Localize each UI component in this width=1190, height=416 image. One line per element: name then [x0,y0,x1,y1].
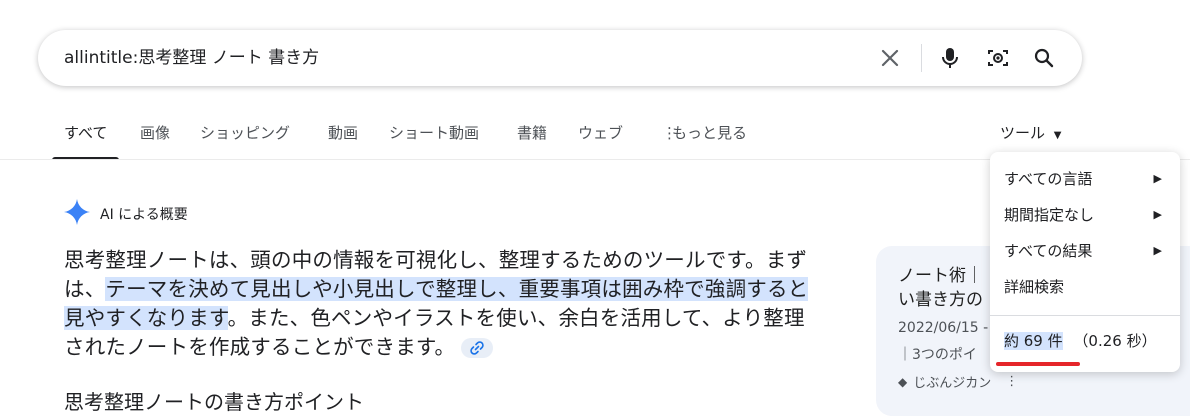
ai-overview-title: AI による概要 [100,207,188,223]
menu-item-period-label: 期間指定なし [1004,206,1095,224]
submenu-arrow-icon: ▶ [1153,172,1162,185]
menu-item-advanced-search-label: 詳細検索 [1004,278,1065,296]
search-input[interactable]: allintitle:思考整理 ノート 書き方 [64,30,319,86]
menu-item-language-label: すべての言語 [1004,170,1093,188]
microphone-icon[interactable] [938,46,962,70]
tab-books[interactable]: 書籍 [517,115,547,160]
menu-item-results[interactable]: すべての結果 ▶ [1004,236,1164,266]
menu-item-results-label: すべての結果 [1004,242,1093,260]
tab-web[interactable]: ウェブ [578,115,623,160]
camera-search-icon[interactable] [986,46,1010,70]
submenu-arrow-icon: ▶ [1153,244,1162,257]
ai-overview-text: 思考整理ノートは、頭の中の情報を可視化し、整理するためのツールです。まずは、テー… [64,246,824,362]
card-date: 2022/06/15 - [898,320,989,336]
tools-menu: すべての言語 ▶ 期間指定なし ▶ すべての結果 ▶ 詳細検索 約 69 件 （… [990,152,1180,372]
card-source: ◆ じぶんジカン ⋮ [898,372,1018,391]
tab-videos[interactable]: 動画 [328,115,358,160]
card-source-name: じぶんジカン [913,376,992,391]
result-count: 約 69 件 [1004,332,1063,350]
link-icon[interactable] [461,338,494,358]
sparkle-icon [64,199,90,229]
tools-button[interactable]: ツール ▼ [1000,115,1062,151]
card-snippet: ｜3つのポイ [898,347,977,363]
tab-short-videos[interactable]: ショート動画 [389,115,479,160]
search-bar[interactable]: allintitle:思考整理 ノート 書き方 [38,30,1082,86]
tab-all[interactable]: すべて [51,115,120,160]
tools-label: ツール [1000,124,1046,142]
tab-images[interactable]: 画像 [140,115,170,160]
menu-item-period[interactable]: 期間指定なし ▶ [1004,200,1164,230]
menu-item-language[interactable]: すべての言語 ▶ [1004,164,1164,194]
result-stats: 約 69 件 （0.26 秒） [1004,330,1157,351]
ai-overview-header: AI による概要 [64,199,188,229]
tab-shopping[interactable]: ショッピング [200,115,290,160]
more-vert-icon: ⋮ [662,124,677,142]
more-options-icon[interactable]: ⋮ [1005,374,1018,389]
red-underline-annotation [996,362,1080,366]
tab-more[interactable]: ⋮もっと見る [662,115,747,160]
close-icon[interactable] [878,46,902,70]
submenu-arrow-icon: ▶ [1153,208,1162,221]
site-favicon-icon: ◆ [898,374,908,389]
tab-more-label: もっと見る [672,124,748,142]
result-time: （0.26 秒） [1073,332,1157,350]
menu-divider [990,315,1180,316]
ai-subheading: 思考整理ノートの書き方ポイント [64,390,364,414]
search-divider [921,44,922,72]
caret-down-icon: ▼ [1053,130,1062,141]
menu-item-advanced-search[interactable]: 詳細検索 [1004,272,1164,302]
search-icon[interactable] [1032,46,1056,70]
